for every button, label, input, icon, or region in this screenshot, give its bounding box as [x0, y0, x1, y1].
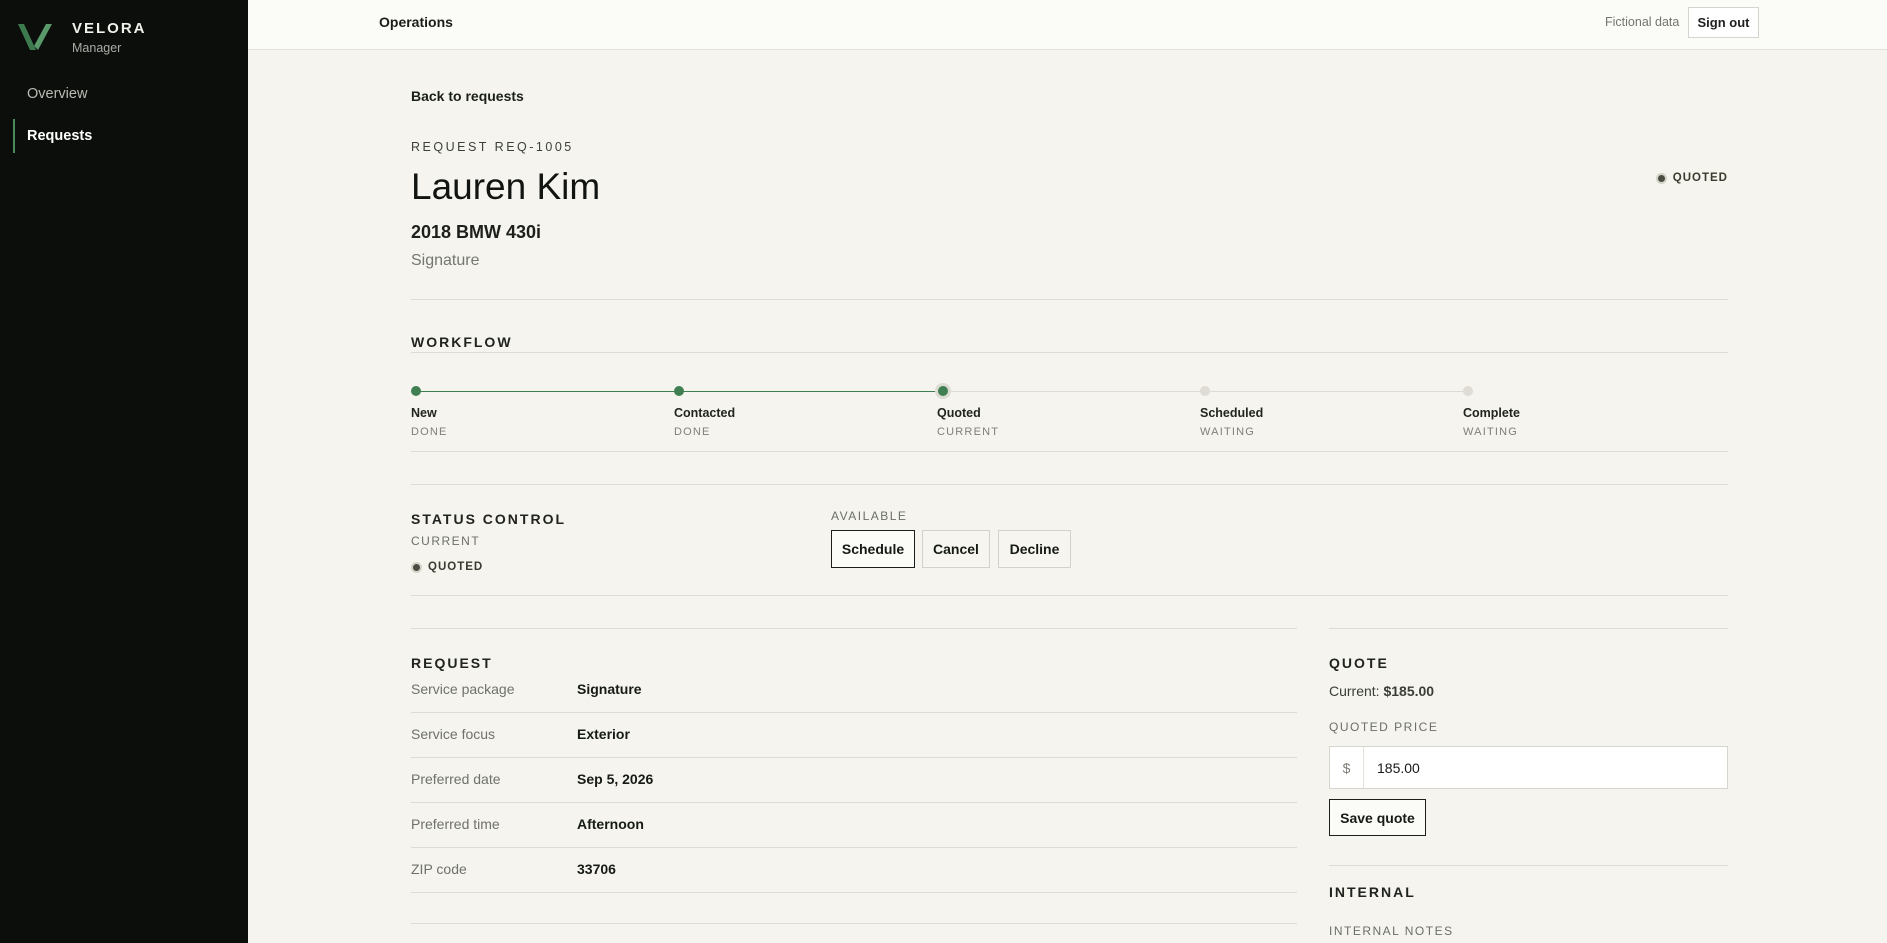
workflow-step-label: Complete	[1463, 406, 1520, 420]
workflow-title: WORKFLOW	[411, 334, 513, 350]
workflow-line-pending	[942, 391, 1205, 392]
divider	[411, 923, 1297, 924]
current-status-value: QUOTED	[428, 561, 484, 573]
sign-out-button[interactable]: Sign out	[1688, 7, 1759, 38]
table-row: Service package Signature	[411, 668, 1297, 713]
internal-title: INTERNAL	[1329, 884, 1416, 900]
workflow-step-label: Quoted	[937, 406, 981, 420]
current-status-badge: QUOTED	[411, 561, 483, 573]
sidebar-item-overview[interactable]: Overview	[13, 76, 233, 112]
brand: VELORA Manager	[16, 20, 147, 57]
page-title: Operations	[379, 14, 453, 30]
table-row: Preferred date Sep 5, 2026	[411, 758, 1297, 803]
workflow-stepper: New DONE Contacted DONE Quoted CURRENT S…	[411, 383, 1728, 438]
divider	[411, 352, 1728, 353]
quote-title: QUOTE	[1329, 655, 1389, 671]
service-package: Signature	[411, 252, 480, 269]
divider	[411, 595, 1728, 596]
quote-current-prefix: Current:	[1329, 683, 1380, 699]
row-value: Afternoon	[577, 816, 644, 832]
request-id: REQUEST REQ-1005	[411, 140, 574, 154]
divider	[1329, 628, 1728, 629]
topbar: Operations Fictional data Sign out	[248, 0, 1887, 50]
velora-logo-icon	[18, 24, 52, 50]
step-waiting-dot-icon	[1463, 386, 1473, 396]
fictional-data-note: Fictional data	[1605, 15, 1680, 29]
workflow-step-state: WAITING	[1200, 426, 1256, 438]
vehicle: 2018 BMW 430i	[411, 222, 542, 242]
workflow-step-state: DONE	[411, 426, 448, 438]
status-badge-label: QUOTED	[1672, 172, 1728, 184]
workflow-line-done	[416, 391, 679, 392]
schedule-button[interactable]: Schedule	[831, 530, 915, 568]
table-row: Service focus Exterior	[411, 713, 1297, 758]
decline-button[interactable]: Decline	[998, 530, 1071, 568]
available-actions-label: AVAILABLE	[831, 509, 908, 523]
brand-subtitle: Manager	[72, 41, 122, 55]
divider	[411, 299, 1728, 300]
row-value: 33706	[577, 861, 616, 877]
sidebar-nav: Overview Requests	[13, 76, 233, 160]
step-done-dot-icon	[674, 386, 684, 396]
table-row: Preferred time Afternoon	[411, 803, 1297, 848]
row-key: Preferred time	[411, 816, 500, 832]
row-key: ZIP code	[411, 861, 467, 877]
step-waiting-dot-icon	[1200, 386, 1210, 396]
divider	[1329, 865, 1728, 866]
workflow-step-label: New	[411, 406, 437, 420]
cancel-button[interactable]: Cancel	[922, 530, 990, 568]
workflow-line-pending	[1205, 391, 1468, 392]
quote-current: Current: $185.00	[1329, 683, 1434, 699]
step-current-dot-icon	[935, 383, 951, 399]
current-status-label: CURRENT	[411, 534, 481, 548]
table-row: ZIP code 33706	[411, 848, 1297, 893]
status-dot-icon	[1655, 172, 1667, 184]
workflow-step-state: WAITING	[1463, 426, 1519, 438]
sidebar: VELORA Manager Overview Requests	[0, 0, 248, 943]
workflow-step-state: CURRENT	[937, 426, 1000, 438]
row-key: Preferred date	[411, 771, 501, 787]
customer-name: Lauren Kim	[411, 166, 601, 207]
status-badge: QUOTED	[1655, 172, 1728, 184]
brand-name: VELORA	[72, 20, 147, 37]
workflow-line-done	[679, 391, 942, 392]
workflow-step-state: DONE	[674, 426, 711, 438]
internal-notes-label: INTERNAL NOTES	[1329, 924, 1454, 938]
back-to-requests-link[interactable]: Back to requests	[411, 88, 524, 104]
workflow-step-label: Contacted	[674, 406, 736, 420]
row-value: Sep 5, 2026	[577, 771, 654, 787]
row-value: Signature	[577, 681, 642, 697]
status-dot-icon	[411, 561, 422, 573]
row-key: Service focus	[411, 726, 496, 742]
sidebar-item-requests[interactable]: Requests	[13, 118, 233, 154]
divider	[411, 628, 1297, 629]
row-key: Service package	[411, 681, 515, 697]
quote-current-value: $185.00	[1383, 683, 1435, 699]
currency-symbol: $	[1330, 747, 1364, 788]
row-value: Exterior	[577, 726, 630, 742]
workflow-step-label: Scheduled	[1200, 406, 1264, 420]
quoted-price-field: $	[1329, 746, 1728, 789]
save-quote-button[interactable]: Save quote	[1329, 799, 1426, 836]
divider	[411, 484, 1728, 485]
step-done-dot-icon	[411, 386, 421, 396]
divider	[411, 451, 1728, 452]
status-control-title: STATUS CONTROL	[411, 511, 567, 527]
quoted-price-input[interactable]	[1364, 747, 1727, 788]
quoted-price-label: QUOTED PRICE	[1329, 720, 1439, 734]
